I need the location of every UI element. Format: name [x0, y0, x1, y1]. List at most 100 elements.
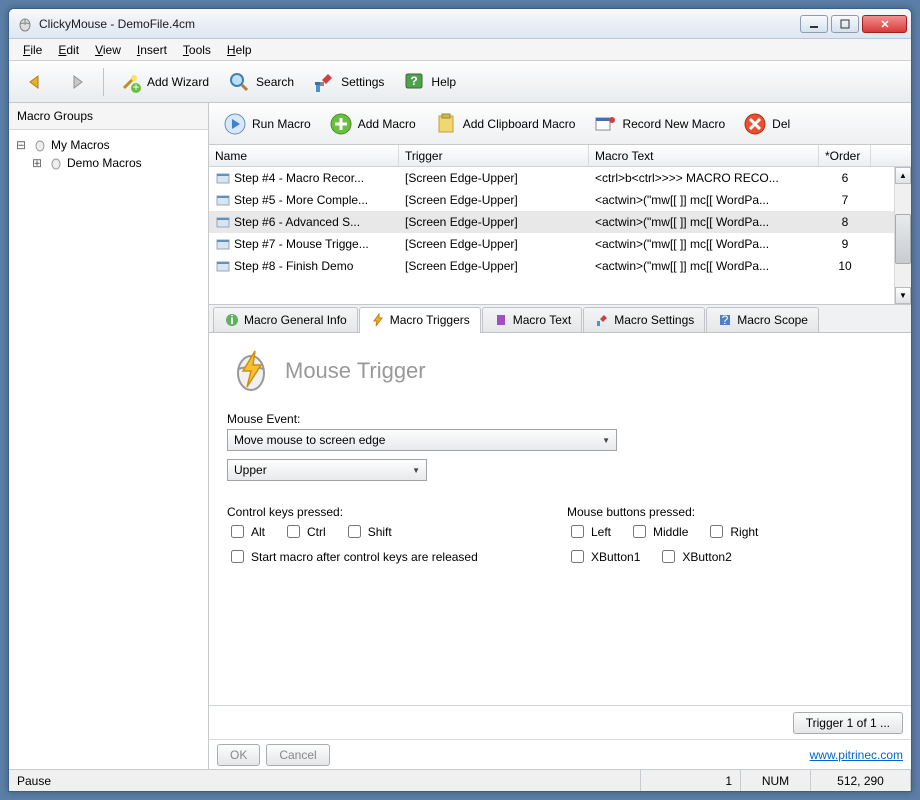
tab-text[interactable]: Macro Text [482, 307, 582, 332]
arrow-left-icon [23, 70, 47, 94]
forward-button[interactable] [57, 66, 97, 98]
main-panel: Run Macro Add Macro Add Clipboard Macro … [209, 103, 911, 769]
delete-icon [743, 112, 767, 136]
list-body[interactable]: Step #4 - Macro Recor...[Screen Edge-Upp… [209, 167, 911, 304]
macro-icon [215, 236, 231, 252]
cancel-button[interactable]: Cancel [266, 744, 329, 766]
col-name[interactable]: Name [209, 145, 399, 166]
col-trigger[interactable]: Trigger [399, 145, 589, 166]
table-row[interactable]: Step #8 - Finish Demo[Screen Edge-Upper]… [209, 255, 911, 277]
tab-triggers-label: Macro Triggers [390, 313, 470, 327]
right-checkbox[interactable]: Right [706, 522, 758, 541]
chevron-down-icon: ▼ [412, 466, 420, 475]
bolt-icon [370, 312, 386, 328]
delete-button[interactable]: Del [735, 108, 798, 140]
menu-insert[interactable]: Insert [129, 41, 175, 59]
main-toolbar: + Add Wizard Search Settings ? Help [9, 61, 911, 103]
tab-general-label: Macro General Info [244, 313, 347, 327]
tab-triggers[interactable]: Macro Triggers [359, 307, 481, 333]
expand-icon[interactable]: ⊟ [13, 138, 29, 152]
back-button[interactable] [15, 66, 55, 98]
question-icon: ? [717, 312, 733, 328]
menu-file[interactable]: File [15, 41, 50, 59]
table-row[interactable]: Step #7 - Mouse Trigge...[Screen Edge-Up… [209, 233, 911, 255]
wizard-icon: + [118, 70, 142, 94]
xbutton1-checkbox[interactable]: XButton1 [567, 547, 640, 566]
search-button[interactable]: Search [219, 66, 302, 98]
add-wizard-label: Add Wizard [147, 75, 209, 89]
help-icon: ? [402, 70, 426, 94]
tab-settings-label: Macro Settings [614, 313, 694, 327]
panel-header: Mouse Trigger [227, 345, 893, 396]
add-macro-button[interactable]: Add Macro [321, 108, 424, 140]
scroll-thumb[interactable] [895, 214, 911, 264]
help-label: Help [431, 75, 456, 89]
search-label: Search [256, 75, 294, 89]
svg-text:?: ? [411, 74, 418, 88]
macro-toolbar: Run Macro Add Macro Add Clipboard Macro … [209, 103, 911, 145]
shift-checkbox[interactable]: Shift [344, 522, 392, 541]
status-pause: Pause [9, 770, 641, 791]
search-icon [227, 70, 251, 94]
table-row[interactable]: Step #6 - Advanced S...[Screen Edge-Uppe… [209, 211, 911, 233]
trigger-nav-button[interactable]: Trigger 1 of 1 ... [793, 712, 903, 734]
svg-text:i: i [230, 313, 233, 327]
run-macro-button[interactable]: Run Macro [215, 108, 319, 140]
edge-combo[interactable]: Upper ▼ [227, 459, 427, 481]
left-checkbox[interactable]: Left [567, 522, 611, 541]
vendor-link[interactable]: www.pitrinec.com [810, 748, 903, 762]
menu-edit[interactable]: Edit [50, 41, 87, 59]
scroll-down-icon[interactable]: ▼ [895, 287, 911, 304]
bookmark-icon [493, 312, 509, 328]
menu-tools[interactable]: Tools [175, 41, 219, 59]
play-icon [223, 112, 247, 136]
middle-checkbox[interactable]: Middle [629, 522, 688, 541]
macro-list: Name Trigger Macro Text *Order Step #4 -… [209, 145, 911, 305]
col-text[interactable]: Macro Text [589, 145, 819, 166]
maximize-button[interactable] [831, 15, 859, 33]
minimize-button[interactable] [800, 15, 828, 33]
record-macro-label: Record New Macro [622, 117, 725, 131]
add-wizard-button[interactable]: + Add Wizard [110, 66, 217, 98]
scroll-up-icon[interactable]: ▲ [895, 167, 911, 184]
tree-root-label: My Macros [51, 138, 110, 152]
menu-help[interactable]: Help [219, 41, 260, 59]
scroll-track[interactable] [895, 184, 911, 287]
mouse-buttons-label: Mouse buttons pressed: [567, 505, 758, 519]
tab-scope[interactable]: ? Macro Scope [706, 307, 819, 332]
settings-label: Settings [341, 75, 384, 89]
tab-settings[interactable]: Macro Settings [583, 307, 705, 332]
menu-view[interactable]: View [87, 41, 129, 59]
tab-scope-label: Macro Scope [737, 313, 808, 327]
mouse-icon [32, 137, 48, 153]
mouse-event-label: Mouse Event: [227, 412, 893, 426]
window-controls [800, 15, 907, 33]
status-bar: Pause 1 NUM 512, 290 [9, 769, 911, 791]
col-order[interactable]: *Order [819, 145, 871, 166]
tree-child[interactable]: ⊞ Demo Macros [13, 154, 204, 172]
tree-root[interactable]: ⊟ My Macros [13, 136, 204, 154]
scrollbar[interactable]: ▲ ▼ [894, 167, 911, 304]
window-title: ClickyMouse - DemoFile.4cm [39, 17, 800, 31]
ctrl-checkbox[interactable]: Ctrl [283, 522, 326, 541]
table-row[interactable]: Step #5 - More Comple...[Screen Edge-Upp… [209, 189, 911, 211]
app-window: ClickyMouse - DemoFile.4cm File Edit Vie… [8, 8, 912, 792]
expand-icon[interactable]: ⊞ [29, 156, 45, 170]
ok-button[interactable]: OK [217, 744, 260, 766]
macro-icon [215, 258, 231, 274]
settings-button[interactable]: Settings [304, 66, 392, 98]
record-macro-button[interactable]: Record New Macro [585, 108, 733, 140]
macro-tree[interactable]: ⊟ My Macros ⊞ Demo Macros [9, 130, 208, 769]
help-button[interactable]: ? Help [394, 66, 464, 98]
tab-general[interactable]: i Macro General Info [213, 307, 358, 332]
edge-value: Upper [234, 463, 267, 477]
close-button[interactable] [862, 15, 907, 33]
add-clipboard-label: Add Clipboard Macro [463, 117, 576, 131]
xbutton2-checkbox[interactable]: XButton2 [658, 547, 731, 566]
mouse-event-combo[interactable]: Move mouse to screen edge▼ [227, 429, 617, 451]
sidebar-title: Macro Groups [9, 103, 208, 130]
start-after-checkbox[interactable]: Start macro after control keys are relea… [227, 547, 527, 566]
alt-checkbox[interactable]: Alt [227, 522, 265, 541]
table-row[interactable]: Step #4 - Macro Recor...[Screen Edge-Upp… [209, 167, 911, 189]
add-clipboard-button[interactable]: Add Clipboard Macro [426, 108, 584, 140]
